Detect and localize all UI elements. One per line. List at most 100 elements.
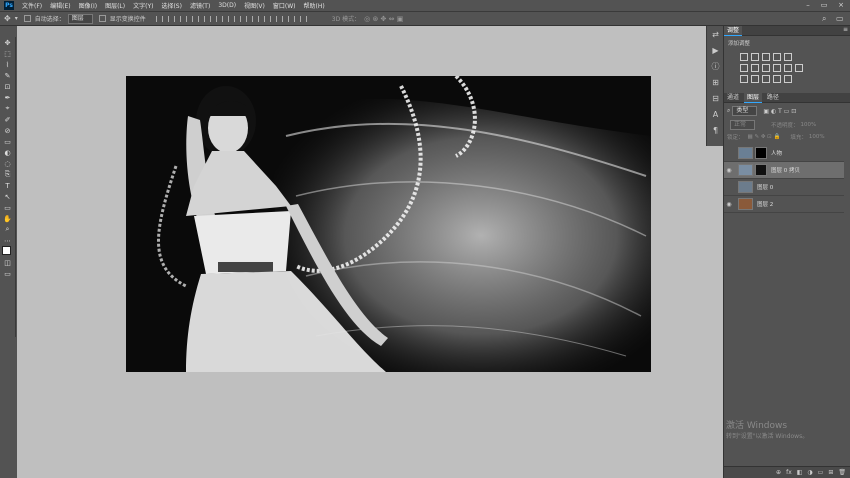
- tab-layers[interactable]: 图层: [743, 93, 762, 103]
- layer-style-icon[interactable]: fx: [786, 469, 792, 476]
- adjustment-layer-icon[interactable]: ◑: [807, 469, 812, 476]
- minimize-icon[interactable]: –: [800, 0, 816, 11]
- align-icon[interactable]: [287, 15, 295, 22]
- eyedropper-tool-icon[interactable]: ✒: [0, 92, 15, 103]
- levels-icon[interactable]: [751, 53, 759, 61]
- type-tool-icon[interactable]: T: [0, 180, 15, 191]
- menu-edit[interactable]: 编辑(E): [46, 1, 74, 10]
- add-mask-icon[interactable]: ◧: [797, 469, 803, 476]
- auto-select-dropdown[interactable]: 图层: [67, 13, 93, 24]
- align-icon[interactable]: [155, 15, 163, 22]
- align-icon[interactable]: [299, 15, 307, 22]
- channel-mixer-icon[interactable]: [784, 64, 792, 72]
- healing-tool-icon[interactable]: ⌖: [0, 103, 15, 114]
- history-icon[interactable]: ⇄: [707, 26, 724, 42]
- workspace-icon[interactable]: ▭: [836, 14, 844, 23]
- quick-select-tool-icon[interactable]: ✎: [0, 70, 15, 81]
- hand-tool-icon[interactable]: ✋: [0, 213, 15, 224]
- layer-row-selected[interactable]: ◉ 图层 0 拷贝: [724, 162, 844, 179]
- visibility-icon[interactable]: ◉: [724, 201, 734, 208]
- group-icon[interactable]: ▭: [818, 469, 824, 476]
- libraries-icon[interactable]: ⊟: [707, 90, 724, 106]
- blur-tool-icon[interactable]: ◌: [0, 158, 15, 169]
- actions-icon[interactable]: ▶: [707, 42, 724, 58]
- posterize-icon[interactable]: [751, 75, 759, 83]
- screen-mode-icon[interactable]: ▭: [0, 268, 15, 279]
- paragraph-icon[interactable]: ¶: [707, 122, 724, 138]
- layer-row[interactable]: 图层 0: [724, 179, 844, 196]
- menu-select[interactable]: 选择(S): [157, 1, 186, 10]
- brush-tool-icon[interactable]: ✐: [0, 114, 15, 125]
- menu-layer[interactable]: 图层(L): [101, 1, 129, 10]
- gradient-tool-icon[interactable]: ◐: [0, 147, 15, 158]
- tab-paths[interactable]: 路径: [764, 93, 782, 102]
- menu-view[interactable]: 视图(V): [240, 1, 269, 10]
- lock-icons[interactable]: ▦ ✎ ✥ ⊡ 🔒: [748, 134, 781, 140]
- invert-icon[interactable]: [740, 75, 748, 83]
- search-icon[interactable]: ⌕: [822, 14, 826, 24]
- menu-window[interactable]: 窗口(W): [269, 1, 300, 10]
- auto-select-checkbox[interactable]: [23, 15, 31, 22]
- hue-icon[interactable]: [740, 64, 748, 72]
- pen-tool-icon[interactable]: ⎘: [0, 169, 15, 180]
- 3d-rotate-icon[interactable]: ◎ ⊛ ✥ ⇔ ▣: [364, 15, 403, 23]
- layer-row[interactable]: ◉ 图层 2: [724, 196, 844, 213]
- align-icon[interactable]: [179, 15, 187, 22]
- black-white-icon[interactable]: [762, 64, 770, 72]
- align-icon[interactable]: [275, 15, 283, 22]
- eraser-tool-icon[interactable]: ▭: [0, 136, 15, 147]
- menu-file[interactable]: 文件(F): [18, 1, 46, 10]
- align-icon[interactable]: [239, 15, 247, 22]
- align-icon[interactable]: [251, 15, 259, 22]
- canvas-area[interactable]: [17, 26, 723, 478]
- show-transform-checkbox[interactable]: [98, 15, 106, 22]
- brightness-icon[interactable]: [740, 53, 748, 61]
- blend-mode-dropdown[interactable]: 正常: [730, 120, 756, 130]
- menu-filter[interactable]: 滤镜(T): [186, 1, 214, 10]
- menu-image[interactable]: 图像(I): [75, 1, 101, 10]
- align-icon[interactable]: [263, 15, 271, 22]
- panel-menu-icon[interactable]: ≡: [843, 26, 848, 33]
- shape-tool-icon[interactable]: ▭: [0, 202, 15, 213]
- align-icon[interactable]: [203, 15, 211, 22]
- gradient-map-icon[interactable]: [773, 75, 781, 83]
- tool-preset-dropdown[interactable]: ▾: [15, 15, 18, 22]
- color-lookup-icon[interactable]: [795, 64, 803, 72]
- crop-tool-icon[interactable]: ⊡: [0, 81, 15, 92]
- close-icon[interactable]: ×: [833, 0, 849, 11]
- layer-filter-dropdown[interactable]: 类型: [732, 106, 758, 116]
- color-swatches-icon[interactable]: [0, 246, 15, 259]
- align-icon[interactable]: [227, 15, 235, 22]
- color-balance-icon[interactable]: [751, 64, 759, 72]
- vibrance-icon[interactable]: [784, 53, 792, 61]
- align-icon[interactable]: [167, 15, 175, 22]
- path-select-tool-icon[interactable]: ↖: [0, 191, 15, 202]
- character-icon[interactable]: A: [707, 106, 724, 122]
- fill-value[interactable]: 100%: [809, 134, 825, 140]
- stamp-tool-icon[interactable]: ⊘: [0, 125, 15, 136]
- layer-row[interactable]: 人物: [724, 145, 844, 162]
- lasso-tool-icon[interactable]: ⌇: [0, 59, 15, 70]
- selective-color-icon[interactable]: [784, 75, 792, 83]
- move-tool-icon[interactable]: ✥: [0, 37, 15, 48]
- menu-3d[interactable]: 3D(D): [214, 2, 240, 9]
- threshold-icon[interactable]: [762, 75, 770, 83]
- align-icon[interactable]: [191, 15, 199, 22]
- menu-type[interactable]: 文字(Y): [129, 1, 157, 10]
- tab-adjustments[interactable]: 调整: [724, 26, 743, 36]
- align-icon[interactable]: [215, 15, 223, 22]
- move-tool-icon[interactable]: ✥: [4, 14, 11, 23]
- marquee-tool-icon[interactable]: ⬚: [0, 48, 15, 59]
- properties-icon[interactable]: ⊞: [707, 74, 724, 90]
- exposure-icon[interactable]: [773, 53, 781, 61]
- new-layer-icon[interactable]: ⊞: [828, 469, 833, 476]
- bride-photo[interactable]: [126, 76, 651, 372]
- trash-icon[interactable]: 🗑: [838, 469, 846, 476]
- info-icon[interactable]: ⓘ: [707, 58, 724, 74]
- tab-channels[interactable]: 通道: [724, 93, 742, 102]
- menu-help[interactable]: 帮助(H): [300, 1, 329, 10]
- more-tools-icon[interactable]: ⋯: [0, 235, 15, 246]
- curves-icon[interactable]: [762, 53, 770, 61]
- link-layers-icon[interactable]: ⊕: [776, 469, 781, 476]
- maximize-icon[interactable]: ▭: [816, 0, 832, 11]
